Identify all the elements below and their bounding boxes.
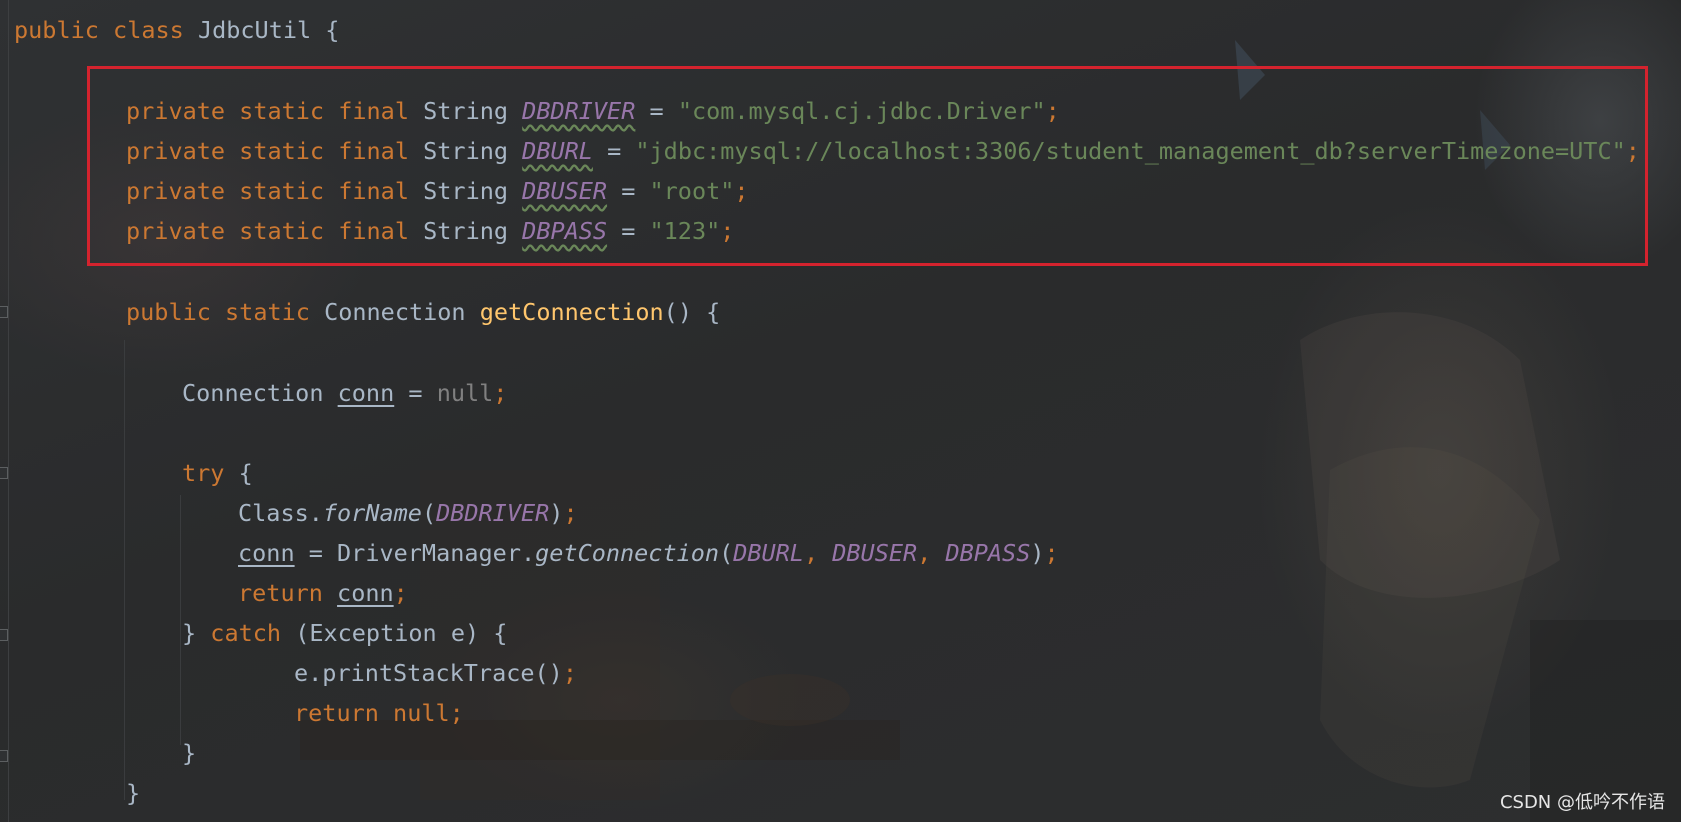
type-name: Connection: [324, 298, 466, 326]
highlight-box: [87, 66, 1648, 266]
variable-name: conn: [337, 379, 395, 407]
paren: (: [719, 539, 734, 567]
brace: {: [224, 459, 253, 487]
brace: }: [126, 779, 141, 807]
class-ref: Class.: [238, 499, 323, 527]
modifiers: public static: [126, 298, 310, 326]
class-name: JdbcUtil: [197, 16, 312, 44]
semicolon: ;: [493, 379, 508, 407]
variable-name: conn: [337, 579, 394, 607]
try-line: try {: [182, 453, 253, 493]
comma: ,: [803, 539, 833, 567]
method-declaration-line: public static Connection getConnection()…: [126, 292, 720, 332]
method-name: getConnection: [479, 298, 664, 326]
indent-guide: [124, 340, 125, 800]
method-params: () {: [663, 298, 721, 326]
fold-marker[interactable]: [0, 750, 8, 762]
return-null-line: return null;: [294, 693, 464, 733]
operator: =: [394, 379, 437, 407]
method-call: forName: [322, 499, 422, 527]
catch-line: } catch (Exception e) {: [182, 613, 507, 653]
printstacktrace-line: e.printStackTrace();: [294, 653, 577, 693]
paren: ): [549, 499, 564, 527]
conn-declaration-line: Connection conn = null;: [182, 373, 507, 413]
catch-params: (Exception e) {: [281, 619, 508, 647]
brace: }: [182, 739, 197, 767]
watermark: CSDN @低吟不作语: [1499, 792, 1665, 813]
comma: ,: [917, 539, 946, 567]
brace: }: [182, 619, 211, 647]
fold-marker[interactable]: [0, 306, 8, 318]
keyword: catch: [210, 619, 282, 647]
semicolon: ;: [1044, 539, 1059, 567]
semicolon: ;: [449, 699, 464, 727]
inner-close-brace-line: }: [182, 733, 196, 773]
method-close-brace-line: }: [126, 773, 140, 813]
semicolon: ;: [393, 579, 408, 607]
keyword: return: [238, 579, 323, 607]
constant-ref: DBUSER: [832, 539, 918, 567]
fold-marker[interactable]: [0, 467, 8, 479]
getconnection-line: conn = DriverManager.getConnection(DBURL…: [238, 533, 1059, 573]
fold-gutter: [0, 0, 9, 822]
indent-guide: [180, 495, 181, 745]
semicolon: ;: [562, 659, 577, 687]
paren: (: [421, 499, 437, 527]
constant-ref: DBDRIVER: [436, 499, 550, 527]
code-editor[interactable]: public class JdbcUtil { private static f…: [0, 0, 1681, 822]
method-call: e.printStackTrace(): [294, 659, 563, 687]
keyword: return: [294, 699, 379, 727]
class-ref: = DriverManager.: [294, 539, 536, 567]
fold-marker[interactable]: [0, 629, 8, 641]
keyword: public: [14, 16, 99, 44]
return-conn-line: return conn;: [238, 573, 408, 613]
forname-line: Class.forName(DBDRIVER);: [238, 493, 578, 533]
class-declaration-line: public class JdbcUtil {: [14, 10, 339, 50]
keyword: class: [113, 16, 184, 44]
semicolon: ;: [563, 499, 578, 527]
keyword: try: [182, 459, 225, 487]
null-literal: null: [393, 699, 450, 727]
brace: {: [311, 16, 340, 44]
paren: ): [1030, 539, 1045, 567]
method-call: getConnection: [535, 539, 720, 567]
variable-name: conn: [238, 539, 295, 567]
null-literal: null: [436, 379, 494, 407]
constant-ref: DBPASS: [945, 539, 1031, 567]
type-name: Connection: [182, 379, 324, 407]
constant-ref: DBURL: [733, 539, 804, 567]
